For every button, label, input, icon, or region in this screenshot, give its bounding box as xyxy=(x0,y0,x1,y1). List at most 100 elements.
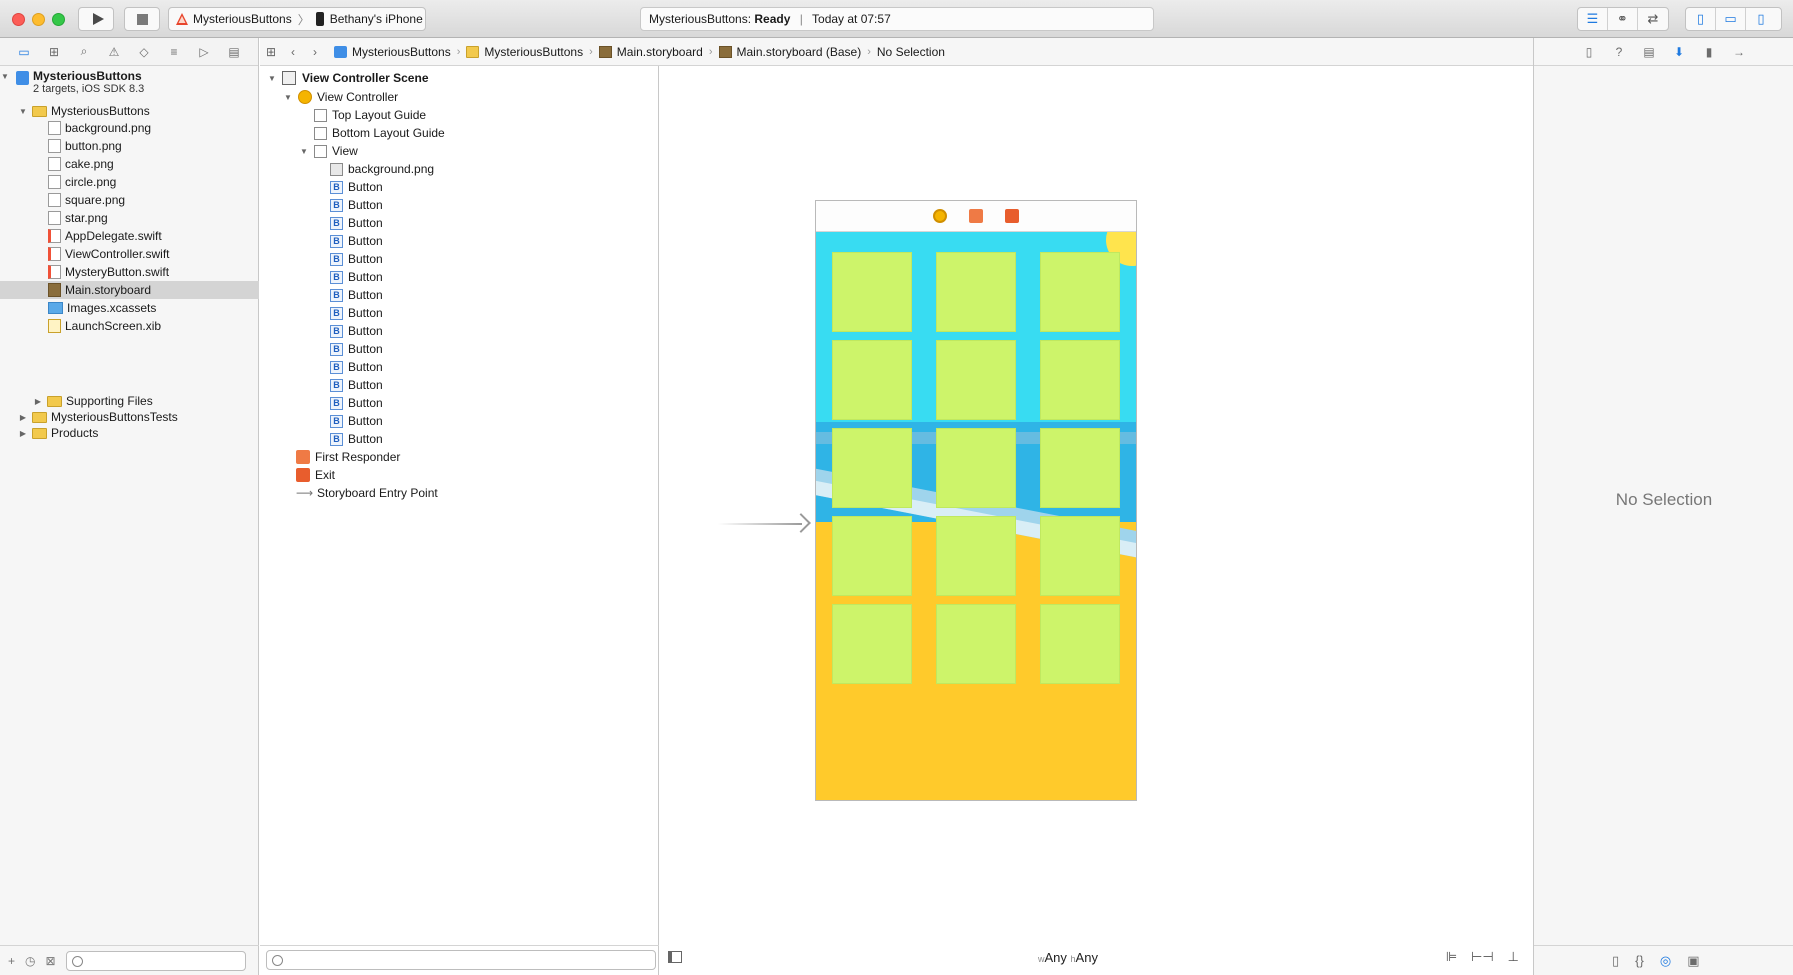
disclosure-open-icon[interactable]: ▼ xyxy=(298,147,310,156)
breadcrumb-project[interactable]: MysteriousButtons xyxy=(334,45,451,59)
align-icon[interactable]: ⊫ xyxy=(1446,949,1457,965)
button-row[interactable]: B Button xyxy=(330,268,383,286)
outline-toggle-icon[interactable] xyxy=(668,951,682,963)
breadcrumb-group[interactable]: MysteriousButtons xyxy=(466,45,583,59)
breadcrumb-file[interactable]: Main.storyboard xyxy=(598,45,703,59)
button-row[interactable]: B Button xyxy=(330,250,383,268)
file-row[interactable]: LaunchScreen.xib xyxy=(0,317,259,335)
size-inspector-icon[interactable]: ▮ xyxy=(1700,43,1718,61)
disclosure-open-icon[interactable]: ▼ xyxy=(0,72,10,81)
project-row[interactable]: ▼ MysteriousButtons 2 targets, iOS SDK 8… xyxy=(0,69,259,99)
mystery-button[interactable] xyxy=(1040,428,1120,508)
mystery-button[interactable] xyxy=(936,428,1016,508)
mystery-button[interactable] xyxy=(832,428,912,508)
group-row[interactable]: ▼ MysteriousButtons xyxy=(0,102,259,120)
forward-arrow-icon[interactable]: › xyxy=(304,45,326,59)
debug-area-toggle-icon[interactable]: ▭ xyxy=(1716,8,1746,30)
view-controller-icon[interactable] xyxy=(933,209,947,223)
issue-navigator-icon[interactable]: ⚠ xyxy=(104,43,124,61)
mystery-button[interactable] xyxy=(936,516,1016,596)
file-template-icon[interactable]: ▯ xyxy=(1612,953,1619,969)
version-editor-icon[interactable]: ⇄ xyxy=(1638,8,1668,30)
file-row[interactable]: circle.png xyxy=(0,173,259,191)
top-layout-guide-row[interactable]: Top Layout Guide xyxy=(314,106,426,124)
storyboard-entry-arrow[interactable] xyxy=(718,513,811,533)
close-window-button[interactable] xyxy=(12,13,25,26)
breadcrumb-selection[interactable]: No Selection xyxy=(877,45,945,59)
file-row[interactable]: MysteryButton.swift xyxy=(0,263,259,281)
back-arrow-icon[interactable]: ‹ xyxy=(282,45,304,59)
file-row[interactable]: Main.storyboard xyxy=(0,281,259,299)
resolve-issues-icon[interactable]: ⊥ xyxy=(1508,949,1519,965)
mystery-button[interactable] xyxy=(936,252,1016,332)
file-row[interactable]: cake.png xyxy=(0,155,259,173)
project-navigator-icon[interactable]: ▭ xyxy=(14,43,34,61)
mystery-button[interactable] xyxy=(936,340,1016,420)
standard-editor-icon[interactable]: ☰ xyxy=(1578,8,1608,30)
pin-icon[interactable]: ⊢⊣ xyxy=(1471,949,1494,965)
file-row[interactable]: AppDelegate.swift xyxy=(0,227,259,245)
file-row[interactable]: star.png xyxy=(0,209,259,227)
zoom-window-button[interactable] xyxy=(52,13,65,26)
file-inspector-icon[interactable]: ▯ xyxy=(1580,43,1598,61)
view-toggle-control[interactable]: ▯ ▭ ▯ xyxy=(1685,7,1782,31)
stop-button[interactable] xyxy=(124,7,160,31)
mystery-button[interactable] xyxy=(1040,516,1120,596)
attributes-inspector-icon[interactable]: ⬇ xyxy=(1670,43,1688,61)
run-button[interactable] xyxy=(78,7,114,31)
disclosure-closed-icon[interactable]: ▶ xyxy=(33,397,43,406)
bottom-layout-guide-row[interactable]: Bottom Layout Guide xyxy=(314,124,445,142)
entry-point-row[interactable]: ⟶ Storyboard Entry Point xyxy=(296,484,438,502)
source-control-filter-icon[interactable]: ⊠ xyxy=(46,954,56,968)
scene-row[interactable]: ▼ View Controller Scene xyxy=(266,69,429,87)
scene-view[interactable] xyxy=(816,232,1136,800)
button-row[interactable]: B Button xyxy=(330,358,383,376)
utilities-toggle-icon[interactable]: ▯ xyxy=(1746,8,1776,30)
object-library-icon[interactable]: ◎ xyxy=(1660,953,1671,969)
exit-icon[interactable] xyxy=(1005,209,1019,223)
button-row[interactable]: B Button xyxy=(330,232,383,250)
media-library-icon[interactable]: ▣ xyxy=(1687,953,1699,969)
file-row[interactable]: button.png xyxy=(0,137,259,155)
button-row[interactable]: B Button xyxy=(330,412,383,430)
products-group-row[interactable]: ▶ Products xyxy=(0,424,259,442)
recent-files-icon[interactable]: ◷ xyxy=(25,954,35,968)
size-class-control[interactable]: wAny hAny xyxy=(1038,950,1098,965)
breakpoint-navigator-icon[interactable]: ▷ xyxy=(194,43,214,61)
mystery-button[interactable] xyxy=(936,604,1016,684)
disclosure-open-icon[interactable]: ▼ xyxy=(18,107,28,116)
view-row[interactable]: ▼ View xyxy=(298,142,358,160)
file-row[interactable]: background.png xyxy=(0,119,259,137)
editor-mode-control[interactable]: ☰ ⚭ ⇄ xyxy=(1577,7,1669,31)
mystery-button[interactable] xyxy=(1040,604,1120,684)
find-navigator-icon[interactable]: ⌕ xyxy=(74,43,94,61)
file-row[interactable]: ViewController.swift xyxy=(0,245,259,263)
background-image-row[interactable]: background.png xyxy=(330,160,434,178)
view-controller-frame[interactable] xyxy=(815,200,1137,801)
assistant-editor-icon[interactable]: ⚭ xyxy=(1608,8,1638,30)
button-row[interactable]: B Button xyxy=(330,376,383,394)
minimize-window-button[interactable] xyxy=(32,13,45,26)
identity-inspector-icon[interactable]: ▤ xyxy=(1640,43,1658,61)
code-snippet-icon[interactable]: {} xyxy=(1635,953,1644,968)
debug-navigator-icon[interactable]: ≡ xyxy=(164,43,184,61)
mystery-button[interactable] xyxy=(832,516,912,596)
button-row[interactable]: B Button xyxy=(330,430,383,448)
button-row[interactable]: B Button xyxy=(330,304,383,322)
first-responder-icon[interactable] xyxy=(969,209,983,223)
disclosure-closed-icon[interactable]: ▶ xyxy=(18,413,28,422)
mystery-button[interactable] xyxy=(1040,252,1120,332)
button-row[interactable]: B Button xyxy=(330,286,383,304)
disclosure-open-icon[interactable]: ▼ xyxy=(266,74,278,83)
navigator-toggle-icon[interactable]: ▯ xyxy=(1686,8,1716,30)
connections-inspector-icon[interactable]: → xyxy=(1730,43,1748,61)
first-responder-row[interactable]: First Responder xyxy=(296,448,400,466)
button-row[interactable]: B Button xyxy=(330,196,383,214)
related-items-icon[interactable]: ⊞ xyxy=(260,45,282,59)
scheme-selector[interactable]: MysteriousButtons 〉 Bethany's iPhone xyxy=(168,7,426,31)
button-row[interactable]: B Button xyxy=(330,322,383,340)
button-row[interactable]: B Button xyxy=(330,178,383,196)
mystery-button[interactable] xyxy=(1040,340,1120,420)
quick-help-icon[interactable]: ? xyxy=(1610,43,1628,61)
test-navigator-icon[interactable]: ◇ xyxy=(134,43,154,61)
